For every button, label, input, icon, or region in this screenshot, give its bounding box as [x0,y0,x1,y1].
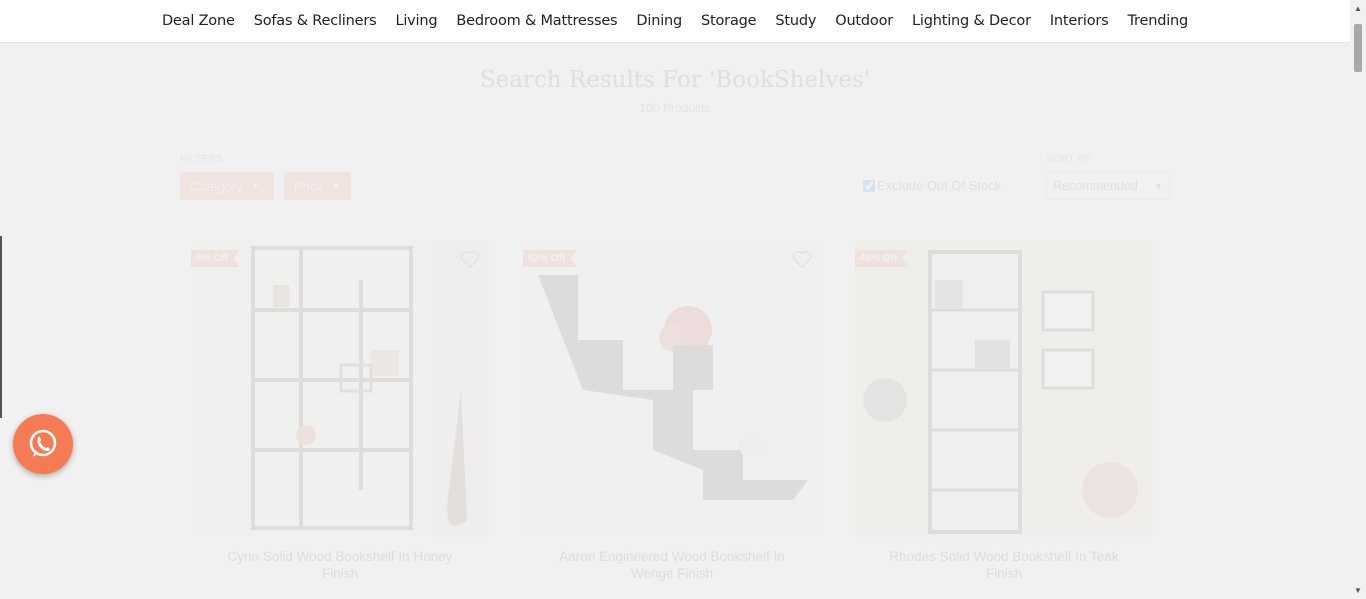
nav-item-outdoor[interactable]: Outdoor [835,13,893,29]
exclude-out-of-stock-checkbox[interactable] [863,179,875,192]
chevron-down-icon: ▼ [1154,181,1163,191]
nav-item-interiors[interactable]: Interiors [1050,13,1109,29]
product-image[interactable]: 5% Off [191,240,489,537]
discount-badge: 62% Off [523,250,578,267]
bookshelf-illustration [523,240,821,537]
sort-select-value: Recommended [1053,179,1138,193]
sort-by-label: SORT BY [1046,154,1092,165]
product-image[interactable]: 45% Off [855,240,1153,537]
top-nav: Deal Zone Sofas & Recliners Living Bedro… [0,0,1350,43]
nav-item-trending[interactable]: Trending [1128,13,1189,29]
heart-icon[interactable] [791,248,813,270]
page-title: Search Results For 'BookShelves' [479,67,871,93]
results-count: 100 Products [639,101,711,115]
product-title[interactable]: Rhodes Solid Wood Bookshelf In Teak Fini… [855,548,1153,582]
nav-item-sofas-recliners[interactable]: Sofas & Recliners [254,13,377,29]
nav-item-dining[interactable]: Dining [636,13,682,29]
nav-item-study[interactable]: Study [775,13,816,29]
bookshelf-illustration [191,240,489,537]
exclude-out-of-stock[interactable]: Exclude Out Of Stock [863,178,1001,193]
heart-icon[interactable] [459,248,481,270]
whatsapp-chat-button[interactable] [13,414,73,474]
nav-item-living[interactable]: Living [395,13,437,29]
price-filter-label: Price [294,178,324,194]
bookshelf-illustration [855,240,1153,537]
product-card[interactable]: 45% Off Rhodes Solid Wood Bookshelf In T… [855,240,1153,582]
scroll-down-icon[interactable]: ▼ [1354,586,1362,595]
scrollbar-thumb[interactable] [1354,24,1362,72]
chevron-down-icon: ▼ [331,181,341,191]
scroll-up-icon[interactable]: ▲ [1354,4,1362,13]
product-title[interactable]: Cyno Solid Wood Bookshelf In Honey Finis… [191,548,489,582]
exclude-out-of-stock-label: Exclude Out Of Stock [877,178,1002,193]
product-image[interactable]: 62% Off [523,240,821,537]
filters-label: FILTERS [180,154,223,165]
whatsapp-icon [29,429,57,457]
nav-item-bedroom-mattresses[interactable]: Bedroom & Mattresses [456,13,617,29]
price-filter-button[interactable]: Price ▼ [284,172,351,200]
product-card[interactable]: 5% Off Cyno Solid Wood Bookshelf In Hone… [191,240,489,582]
category-filter-button[interactable]: Category ▼ [180,172,274,200]
chevron-down-icon: ▼ [250,181,260,191]
discount-badge: 5% Off [191,250,240,267]
nav-item-lighting-decor[interactable]: Lighting & Decor [912,13,1031,29]
product-title[interactable]: Aaron Engineered Wood Bookshelf In Wenge… [523,548,821,582]
discount-badge: 45% Off [855,250,910,267]
nav-item-deal-zone[interactable]: Deal Zone [162,13,235,29]
scrollbar[interactable]: ▲ ▼ [1350,0,1366,599]
side-tab[interactable] [0,236,2,418]
product-card[interactable]: 62% Off Aaron Engineered Wood Bookshelf … [523,240,821,582]
search-results-page: Search Results For 'BookShelves' 100 Pro… [0,43,1350,599]
category-filter-label: Category [190,178,243,194]
nav-item-storage[interactable]: Storage [701,13,757,29]
sort-select[interactable]: Recommended ▼ [1046,172,1170,200]
